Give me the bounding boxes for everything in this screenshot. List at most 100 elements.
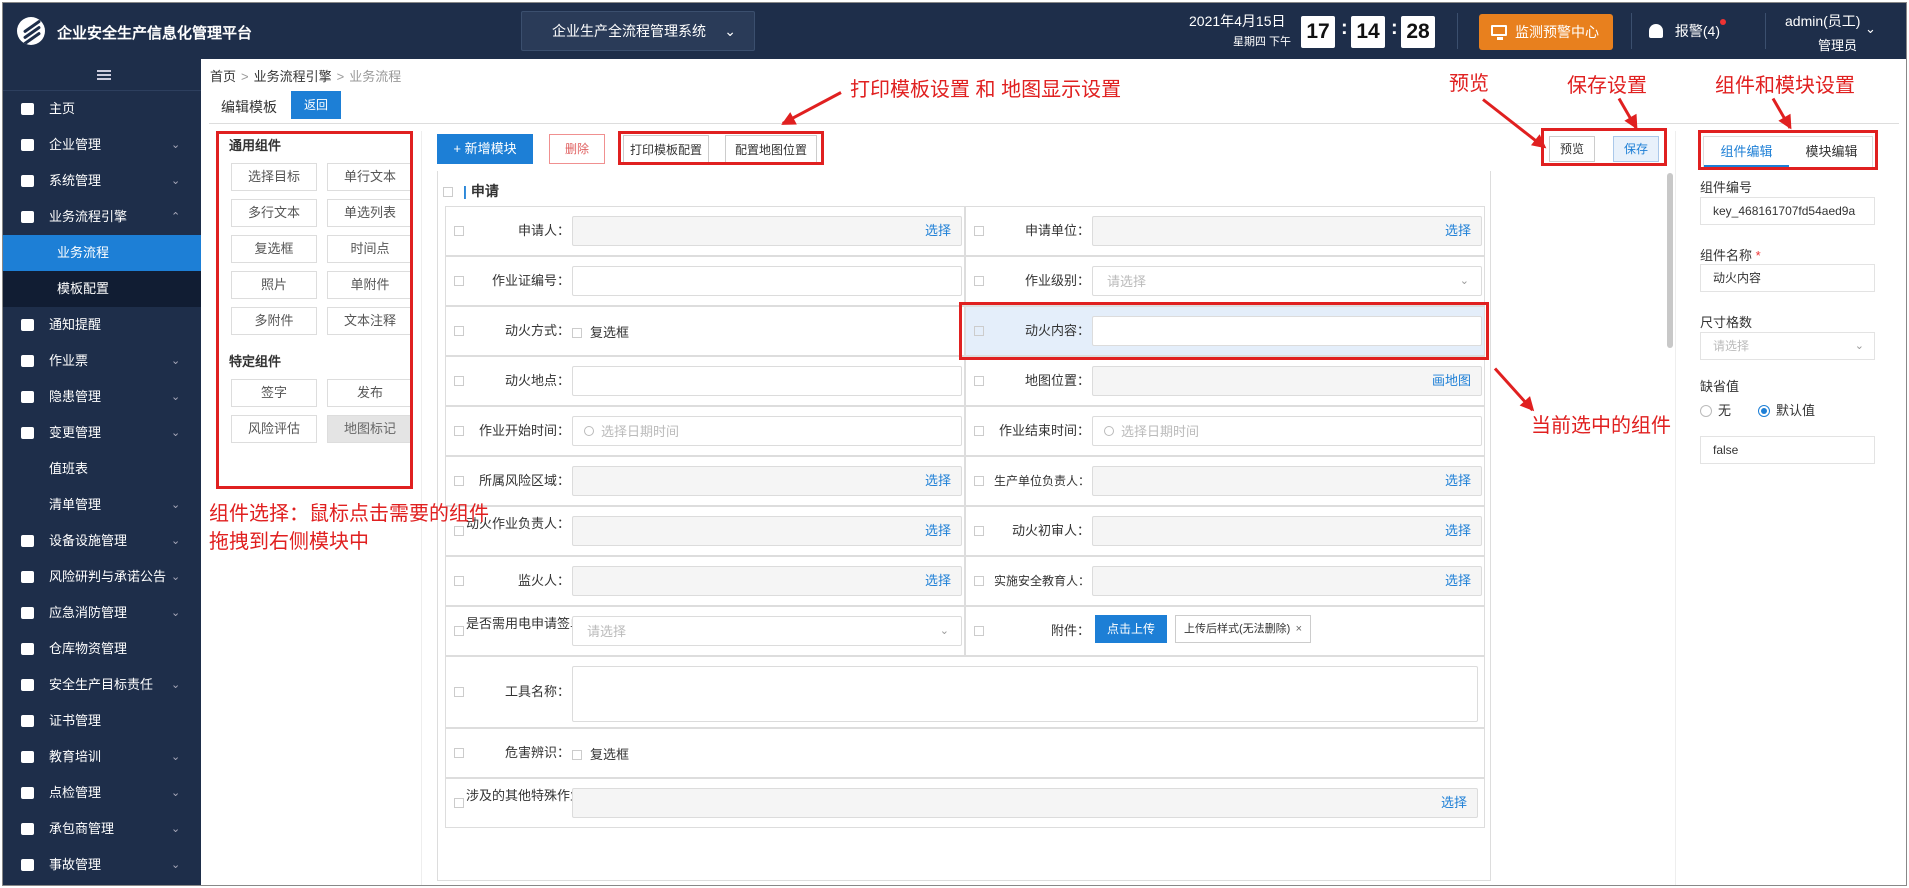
sidebar-item-risk-announce[interactable]: 风险研判与承诺公告 ⌄ [3, 559, 201, 595]
select-link[interactable]: 选择 [1445, 567, 1471, 595]
field-checkbox[interactable] [454, 576, 464, 586]
user-name[interactable]: admin(员工) [1785, 11, 1860, 31]
component-code-field[interactable]: key_468161707fd54aed9a [1700, 197, 1875, 225]
select-link[interactable]: 选择 [1445, 517, 1471, 545]
field-checkbox[interactable] [974, 276, 984, 286]
form-row-power-ticket[interactable]: 是否需用电申请签单： ⌄ [445, 606, 965, 656]
field-checkbox[interactable] [454, 798, 464, 808]
radio-circle[interactable] [1700, 405, 1712, 417]
end-time-picker[interactable] [1092, 416, 1482, 446]
sidebar-item-inspection[interactable]: 点检管理 ⌄ [3, 775, 201, 811]
radio-default[interactable]: 默认值 [1758, 400, 1815, 419]
field-checkbox[interactable] [454, 748, 464, 758]
field-checkbox[interactable] [454, 376, 464, 386]
form-row-applicant-unit[interactable]: 申请单位： 选择 [965, 206, 1485, 256]
field-checkbox[interactable] [454, 526, 464, 536]
scrollbar[interactable] [1667, 173, 1673, 348]
select-link[interactable]: 选择 [925, 467, 951, 495]
checkbox-box[interactable] [572, 750, 582, 760]
field-checkbox[interactable] [454, 687, 464, 697]
applicant-field[interactable]: 选择 [572, 216, 962, 246]
monitor-center-button[interactable]: 监测预警中心 [1479, 14, 1613, 50]
default-value-field[interactable]: false [1700, 436, 1875, 464]
sidebar-item-training[interactable]: 教育培训 ⌄ [3, 739, 201, 775]
sidebar-item-emergency[interactable]: 应急消防管理 ⌄ [3, 595, 201, 631]
radio-circle-selected[interactable] [1758, 405, 1770, 417]
sidebar-item-notify[interactable]: 通知提醒 [3, 307, 201, 343]
sidebar-item-template-config[interactable]: 模板配置 [3, 271, 201, 307]
power-ticket-select[interactable]: ⌄ [572, 616, 962, 646]
work-cert-no-input[interactable] [572, 266, 962, 296]
form-row-work-cert-no[interactable]: 作业证编号： [445, 256, 965, 306]
prod-unit-head-field[interactable]: 选择 [1092, 466, 1482, 496]
start-time-picker[interactable] [572, 416, 962, 446]
sidebar-item-duty[interactable]: 值班表 [3, 451, 201, 487]
sidebar-item-warehouse[interactable]: 仓库物资管理 [3, 631, 201, 667]
sidebar-item-enterprise[interactable]: 企业管理 ⌄ [3, 127, 201, 163]
form-row-applicant[interactable]: 申请人： 选择 [445, 206, 965, 256]
form-row-fire-location[interactable]: 动火地点： [445, 356, 965, 406]
form-row-map-position[interactable]: 地图位置： 画地图 [965, 356, 1485, 406]
field-checkbox[interactable] [974, 526, 984, 536]
field-checkbox[interactable] [974, 576, 984, 586]
field-checkbox[interactable] [454, 226, 464, 236]
upload-button[interactable]: 点击上传 [1095, 615, 1167, 643]
form-row-start-time[interactable]: 作业开始时间： [445, 406, 965, 456]
start-time-input[interactable] [573, 417, 961, 445]
fire-first-review-field[interactable]: 选择 [1092, 516, 1482, 546]
component-name-field[interactable]: 动火内容 [1700, 264, 1875, 292]
select-link[interactable]: 选择 [925, 217, 951, 245]
form-row-fire-monitor[interactable]: 监火人： 选择 [445, 556, 965, 606]
field-checkbox[interactable] [974, 376, 984, 386]
sidebar-item-equipment[interactable]: 设备设施管理 ⌄ [3, 523, 201, 559]
sidebar-item-certificate[interactable]: 证书管理 [3, 703, 201, 739]
form-row-risk-area[interactable]: 所属风险区域： 选择 [445, 456, 965, 506]
work-level-select[interactable]: ⌄ [1092, 266, 1482, 296]
applicant-unit-field[interactable]: 选择 [1092, 216, 1482, 246]
fire-method-checkbox[interactable]: 复选框 [572, 322, 629, 341]
field-checkbox[interactable] [454, 476, 464, 486]
field-checkbox[interactable] [454, 326, 464, 336]
field-checkbox[interactable] [974, 226, 984, 236]
safety-educator-field[interactable]: 选择 [1092, 566, 1482, 596]
field-checkbox[interactable] [974, 426, 984, 436]
end-time-input[interactable] [1093, 417, 1481, 445]
field-checkbox[interactable] [974, 476, 984, 486]
breadcrumb-home[interactable]: 首页 [210, 69, 236, 84]
sidebar-item-system[interactable]: 系统管理 ⌄ [3, 163, 201, 199]
sidebar-item-contractor[interactable]: 承包商管理 ⌄ [3, 811, 201, 847]
work-level-select-input[interactable] [1093, 267, 1481, 295]
field-checkbox[interactable] [454, 626, 464, 636]
sidebar-item-checklist[interactable]: 清单管理 ⌄ [3, 487, 201, 523]
select-link[interactable]: 选择 [1441, 789, 1467, 817]
sidebar-item-workflow-engine[interactable]: 业务流程引擎 ⌃ [3, 199, 201, 235]
draw-map-link[interactable]: 画地图 [1432, 367, 1471, 395]
sidebar-item-change[interactable]: 变更管理 ⌄ [3, 415, 201, 451]
sidebar-toggle[interactable] [3, 59, 201, 91]
form-row-work-level[interactable]: 作业级别： ⌄ [965, 256, 1485, 306]
select-link[interactable]: 选择 [925, 567, 951, 595]
power-ticket-select-input[interactable] [573, 617, 961, 645]
delete-button[interactable]: 删除 [549, 134, 605, 164]
sidebar-item-home[interactable]: 主页 [3, 91, 201, 127]
section-checkbox[interactable] [443, 187, 453, 197]
form-row-safety-educator[interactable]: 实施安全教育人： 选择 [965, 556, 1485, 606]
form-row-end-time[interactable]: 作业结束时间： [965, 406, 1485, 456]
field-checkbox[interactable] [454, 426, 464, 436]
form-row-hazard-identify[interactable]: 危害辨识： 复选框 [445, 728, 1485, 778]
form-row-fire-method[interactable]: 动火方式： 复选框 [445, 306, 965, 356]
form-row-fire-first-review[interactable]: 动火初审人： 选择 [965, 506, 1485, 556]
other-special-work-field[interactable]: 选择 [572, 788, 1478, 818]
add-module-button[interactable]: + 新增模块 [437, 134, 533, 164]
form-row-other-special-work[interactable]: 涉及的其他特殊作业： 选择 [445, 778, 1485, 828]
sidebar-item-work-ticket[interactable]: 作业票 ⌄ [3, 343, 201, 379]
tool-name-textarea[interactable] [572, 666, 1478, 722]
map-position-field[interactable]: 画地图 [1092, 366, 1482, 396]
field-checkbox[interactable] [974, 626, 984, 636]
risk-area-field[interactable]: 选择 [572, 466, 962, 496]
fire-location-input[interactable] [572, 366, 962, 396]
radio-none[interactable]: 无 [1700, 400, 1731, 419]
hazard-identify-checkbox[interactable]: 复选框 [572, 744, 629, 763]
alarm-button[interactable]: 报警(4) [1649, 19, 1727, 41]
breadcrumb-engine[interactable]: 业务流程引擎 [254, 69, 332, 84]
